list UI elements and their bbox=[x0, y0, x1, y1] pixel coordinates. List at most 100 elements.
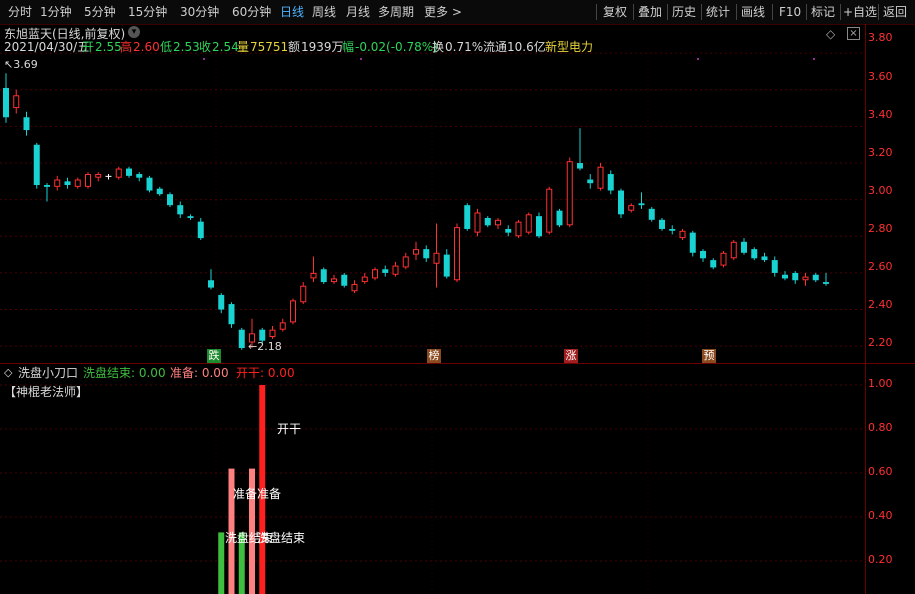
candle-body bbox=[146, 177, 153, 191]
candle-body bbox=[167, 194, 173, 206]
candle-body bbox=[23, 117, 30, 131]
candle-body bbox=[126, 168, 132, 176]
indicator-bar bbox=[218, 532, 225, 594]
candle-body bbox=[290, 300, 296, 323]
candle-body bbox=[618, 190, 624, 215]
max-price-annotation: ↖3.69 bbox=[4, 58, 38, 71]
candle-body bbox=[95, 174, 102, 178]
candle-body bbox=[525, 214, 532, 233]
candle-body bbox=[546, 188, 553, 233]
indicator-tick: 1.00 bbox=[868, 377, 893, 390]
candle-body bbox=[679, 230, 686, 239]
badge-die[interactable]: 跌 bbox=[207, 349, 221, 363]
candle-body bbox=[402, 256, 409, 268]
candle-body bbox=[74, 179, 81, 187]
candle-body bbox=[115, 168, 122, 178]
candle-body bbox=[208, 280, 214, 288]
min-price-annotation: ←2.18 bbox=[248, 340, 282, 353]
candle-body bbox=[3, 87, 9, 118]
event-dot bbox=[203, 58, 205, 60]
indicator-tick: 0.20 bbox=[868, 553, 893, 566]
candle-body bbox=[495, 219, 501, 226]
candle-body bbox=[720, 252, 727, 266]
candle-body bbox=[433, 252, 440, 264]
candle-body bbox=[638, 203, 645, 206]
event-dot bbox=[813, 58, 815, 60]
candle-body bbox=[382, 269, 389, 273]
candle-body bbox=[536, 216, 542, 237]
candle-body bbox=[710, 260, 717, 268]
toolbar-divider bbox=[878, 4, 879, 20]
candle-body bbox=[372, 269, 378, 279]
candle-body bbox=[802, 276, 809, 281]
event-dot bbox=[360, 58, 362, 60]
candle-body bbox=[197, 221, 204, 239]
price-tick: 2.80 bbox=[868, 222, 893, 235]
price-tick: 2.40 bbox=[868, 298, 893, 311]
min-price-value: 2.18 bbox=[257, 340, 282, 353]
price-tick: 3.80 bbox=[868, 31, 893, 44]
candle-body bbox=[331, 278, 337, 283]
price-tick: 2.20 bbox=[868, 336, 893, 349]
candle-body bbox=[54, 179, 61, 187]
candle-body bbox=[443, 254, 450, 277]
candle-body bbox=[474, 212, 481, 233]
candle-body bbox=[648, 208, 655, 220]
indicator-subtitle: 【神棍老法师】 bbox=[4, 385, 89, 399]
candle-body bbox=[689, 232, 696, 253]
candle-body bbox=[587, 179, 594, 184]
candle-body bbox=[320, 269, 327, 283]
price-tick: 2.60 bbox=[868, 260, 893, 273]
candle-body bbox=[484, 217, 491, 226]
candle-body bbox=[279, 322, 286, 330]
max-price-value: 3.69 bbox=[13, 58, 38, 71]
candle-body bbox=[751, 249, 758, 259]
candle-body bbox=[741, 241, 747, 253]
candle-body bbox=[659, 219, 665, 229]
candle-body bbox=[597, 166, 604, 189]
candle-body bbox=[105, 175, 112, 177]
price-tick: 3.40 bbox=[868, 108, 893, 121]
candle-body bbox=[238, 329, 245, 349]
indicator-settings-icon[interactable]: ◇ bbox=[4, 366, 12, 380]
candle-body bbox=[607, 174, 614, 191]
candle-body bbox=[464, 205, 471, 229]
candle-body bbox=[823, 282, 829, 284]
candle-body bbox=[136, 174, 143, 178]
badge-zhang[interactable]: 涨 bbox=[564, 349, 578, 363]
indicator-line2: 准备: 0.00 bbox=[170, 366, 229, 380]
candle-body bbox=[310, 272, 317, 279]
back-button[interactable]: 返回 bbox=[883, 4, 907, 20]
candle-body bbox=[177, 205, 184, 215]
candle-body bbox=[812, 274, 819, 281]
candle-body bbox=[187, 216, 194, 218]
candle-body bbox=[269, 329, 276, 338]
candle-body bbox=[33, 144, 40, 186]
bar-label-zhunbei: 准备准备 bbox=[233, 487, 282, 501]
indicator-name[interactable]: 洗盘小刀口 bbox=[18, 366, 78, 380]
candle-body bbox=[300, 285, 307, 303]
candle-body bbox=[771, 260, 778, 273]
price-tick: 3.20 bbox=[868, 146, 893, 159]
candle-body bbox=[577, 163, 583, 169]
candle-body bbox=[669, 228, 676, 231]
indicator-line3: 开干: 0.00 bbox=[236, 366, 295, 380]
bar-label-kaigan: 开干 bbox=[277, 422, 302, 436]
price-chart bbox=[0, 44, 865, 594]
candle-body bbox=[44, 185, 50, 187]
candle-body bbox=[413, 249, 419, 255]
candle-body bbox=[792, 272, 799, 281]
candle-body bbox=[505, 228, 512, 233]
badge-yu[interactable]: 预 bbox=[702, 349, 716, 363]
indicator-tick: 0.80 bbox=[868, 421, 893, 434]
bar-label-xipan-2: 洗盘结束 bbox=[257, 531, 306, 545]
candle-body bbox=[218, 294, 225, 310]
event-dot bbox=[697, 58, 699, 60]
candle-body bbox=[423, 249, 430, 259]
indicator-tick: 0.40 bbox=[868, 509, 893, 522]
badge-bang[interactable]: 榜 bbox=[427, 349, 441, 363]
candle-body bbox=[341, 274, 348, 286]
candle-body bbox=[556, 210, 563, 226]
indicator-line1: 洗盘结束: 0.00 bbox=[83, 366, 166, 380]
candle-body bbox=[156, 188, 163, 195]
